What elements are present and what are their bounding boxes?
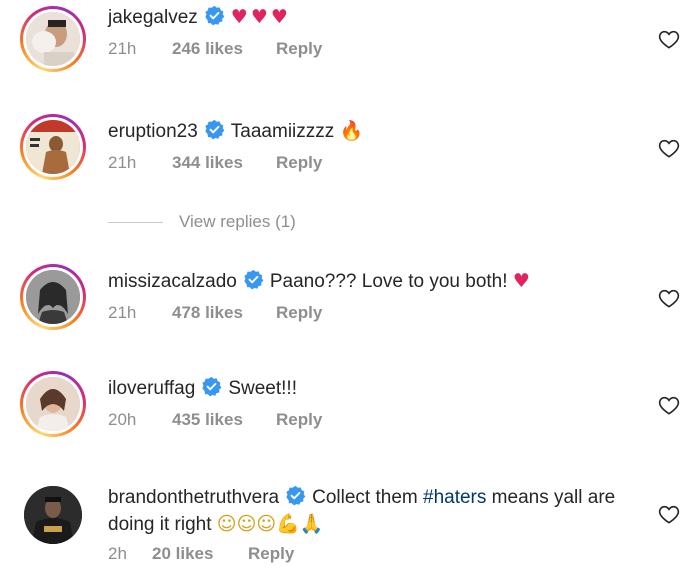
comment-time: 20h — [108, 410, 137, 429]
view-replies-divider — [108, 221, 163, 223]
username[interactable]: jakegalvez — [108, 7, 198, 28]
username[interactable]: iloveruffag — [108, 378, 195, 399]
avatar-image — [26, 120, 80, 174]
like-heart-icon[interactable] — [658, 29, 680, 49]
comment-text: Sweet!!! — [228, 378, 297, 399]
username[interactable]: brandonthetruthvera — [108, 487, 279, 508]
username[interactable]: missizacalzado — [108, 271, 237, 292]
like-heart-icon[interactable] — [658, 395, 680, 415]
avatar[interactable] — [20, 6, 86, 72]
avatar-image — [26, 377, 80, 431]
like-heart-icon[interactable] — [658, 504, 680, 524]
verified-badge-icon — [205, 5, 225, 26]
verified-badge-icon — [205, 119, 225, 140]
hashtag-link[interactable]: #haters — [423, 487, 486, 508]
comment-time: 21h — [108, 303, 137, 322]
emoji-sequence: ☺☺☺💪🙏 — [216, 513, 324, 535]
comment-text: Collect them — [312, 487, 418, 508]
verified-badge-icon — [286, 485, 306, 506]
avatar[interactable] — [20, 264, 86, 330]
heart-emoji: ♥ — [512, 270, 530, 292]
avatar[interactable] — [20, 371, 86, 437]
comment-likes[interactable]: 246 likes — [172, 39, 276, 59]
comment-time: 21h — [108, 153, 137, 172]
like-heart-icon[interactable] — [658, 288, 680, 308]
comment-time: 2h — [108, 544, 127, 563]
comment-time: 21h — [108, 39, 137, 58]
verified-badge-icon — [202, 376, 222, 397]
hearts-emoji: ♥♥♥ — [230, 6, 291, 28]
username[interactable]: eruption23 — [108, 121, 198, 142]
reply-button[interactable]: Reply — [276, 39, 322, 59]
comment-likes[interactable]: 435 likes — [172, 410, 276, 430]
reply-button[interactable]: Reply — [276, 303, 322, 323]
avatar-image — [24, 486, 82, 544]
reply-button[interactable]: Reply — [248, 544, 294, 564]
verified-badge-icon — [244, 269, 264, 290]
view-replies-link[interactable]: View replies (1) — [108, 210, 296, 234]
like-heart-icon[interactable] — [658, 138, 680, 158]
reply-button[interactable]: Reply — [276, 410, 322, 430]
comment-likes[interactable]: 344 likes — [172, 153, 276, 173]
comment-likes[interactable]: 478 likes — [172, 303, 276, 323]
avatar-image — [26, 270, 80, 324]
avatar-image — [26, 12, 80, 66]
comment-likes[interactable]: 20 likes — [152, 544, 248, 564]
comment-text: Taaamiizzzz — [230, 121, 335, 142]
fire-emoji: 🔥 — [339, 120, 364, 142]
view-replies-label: View replies (1) — [179, 212, 296, 231]
avatar[interactable] — [20, 482, 86, 548]
comment-text: Paano??? Love to you both! — [269, 271, 508, 292]
reply-button[interactable]: Reply — [276, 153, 322, 173]
avatar[interactable] — [20, 114, 86, 180]
